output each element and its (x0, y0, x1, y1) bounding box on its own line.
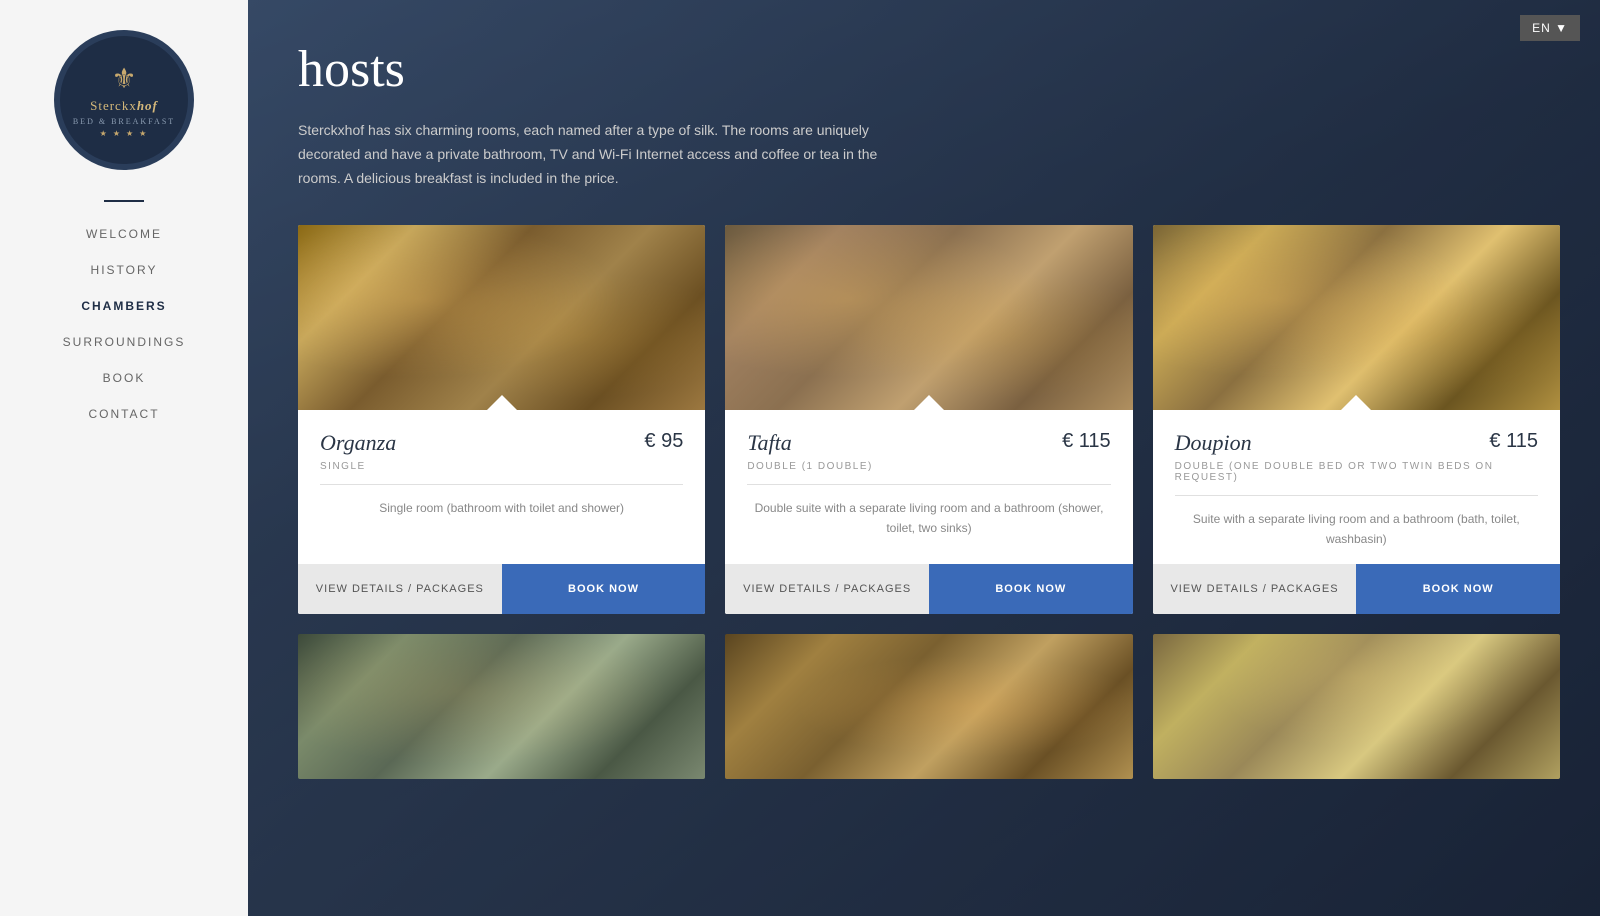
room-info-tafta: Tafta € 115 DOUBLE (1 DOUBLE) Double sui… (725, 410, 1132, 563)
language-selector[interactable]: EN ▼ (1520, 15, 1580, 41)
sidebar-item-history[interactable]: HISTORY (91, 263, 158, 277)
rooms-grid: Organza € 95 SINGLE Single room (bathroo… (298, 225, 1560, 613)
room-card-bottom-4[interactable] (298, 634, 705, 779)
logo-crest-icon: ⚜ (111, 62, 136, 96)
room-header-doupion: Doupion € 115 (1175, 430, 1538, 456)
room-desc-doupion: Suite with a separate living room and a … (1175, 510, 1538, 548)
room-price-doupion: € 115 (1489, 430, 1538, 453)
room-actions-tafta: VIEW DETAILS / PACKAGES BOOK NOW (725, 564, 1132, 614)
room-card-doupion: Doupion € 115 DOUBLE (ONE DOUBLE BED OR … (1153, 225, 1560, 613)
sidebar: ⚜ Sterckxhof BED & BREAKFAST ★ ★ ★ ★ WEL… (0, 0, 248, 916)
room-card-tafta: Tafta € 115 DOUBLE (1 DOUBLE) Double sui… (725, 225, 1132, 613)
view-details-doupion[interactable]: VIEW DETAILS / PACKAGES (1153, 564, 1357, 614)
room-desc-tafta: Double suite with a separate living room… (747, 499, 1110, 548)
view-details-organza[interactable]: VIEW DETAILS / PACKAGES (298, 564, 502, 614)
room-name-organza: Organza (320, 430, 396, 456)
main-content: hosts Sterckxhof has six charming rooms,… (248, 0, 1600, 916)
room-info-organza: Organza € 95 SINGLE Single room (bathroo… (298, 410, 705, 563)
room-card-bottom-5[interactable] (725, 634, 1132, 779)
room-image-organza[interactable] (298, 225, 705, 410)
room-name-doupion: Doupion (1175, 430, 1252, 456)
room-image-tafta[interactable] (725, 225, 1132, 410)
page-description: Sterckxhof has six charming rooms, each … (298, 119, 878, 190)
view-details-tafta[interactable]: VIEW DETAILS / PACKAGES (725, 564, 929, 614)
book-now-doupion[interactable]: BOOK NOW (1356, 564, 1560, 614)
logo-subtitle: BED & BREAKFAST (73, 117, 175, 126)
book-now-organza[interactable]: BOOK NOW (502, 564, 706, 614)
room-divider-organza (320, 484, 683, 485)
room-type-organza: SINGLE (320, 461, 683, 472)
room-header-tafta: Tafta € 115 (747, 430, 1110, 456)
book-now-tafta[interactable]: BOOK NOW (929, 564, 1133, 614)
logo[interactable]: ⚜ Sterckxhof BED & BREAKFAST ★ ★ ★ ★ (54, 30, 194, 170)
room-card-organza: Organza € 95 SINGLE Single room (bathroo… (298, 225, 705, 613)
rooms-grid-bottom (298, 634, 1560, 779)
room-divider-tafta (747, 484, 1110, 485)
sidebar-item-surroundings[interactable]: SURROUNDINGS (63, 335, 186, 349)
room-price-organza: € 95 (644, 430, 683, 453)
logo-name: Sterckxhof (90, 98, 158, 114)
logo-inner: ⚜ Sterckxhof BED & BREAKFAST ★ ★ ★ ★ (73, 62, 175, 138)
room-actions-doupion: VIEW DETAILS / PACKAGES BOOK NOW (1153, 564, 1560, 614)
room-name-tafta: Tafta (747, 430, 791, 456)
room-type-tafta: DOUBLE (1 DOUBLE) (747, 461, 1110, 472)
room-divider-doupion (1175, 495, 1538, 496)
room-price-tafta: € 115 (1062, 430, 1111, 453)
nav-divider (104, 200, 144, 202)
room-image-doupion[interactable] (1153, 225, 1560, 410)
room-desc-organza: Single room (bathroom with toilet and sh… (320, 499, 683, 548)
sidebar-item-welcome[interactable]: WELCOME (86, 227, 162, 241)
sidebar-item-contact[interactable]: CONTACT (88, 407, 159, 421)
room-info-doupion: Doupion € 115 DOUBLE (ONE DOUBLE BED OR … (1153, 410, 1560, 563)
main-nav: WELCOME HISTORY CHAMBERS SURROUNDINGS BO… (0, 227, 248, 421)
room-header-organza: Organza € 95 (320, 430, 683, 456)
room-type-doupion: DOUBLE (ONE DOUBLE BED OR TWO TWIN BEDS … (1175, 461, 1538, 483)
sidebar-item-chambers[interactable]: CHAMBERS (81, 299, 166, 313)
sidebar-item-book[interactable]: BOOK (103, 371, 146, 385)
room-card-bottom-6[interactable] (1153, 634, 1560, 779)
logo-stars: ★ ★ ★ ★ (100, 129, 149, 138)
room-actions-organza: VIEW DETAILS / PACKAGES BOOK NOW (298, 564, 705, 614)
page-title: hosts (298, 40, 1560, 99)
